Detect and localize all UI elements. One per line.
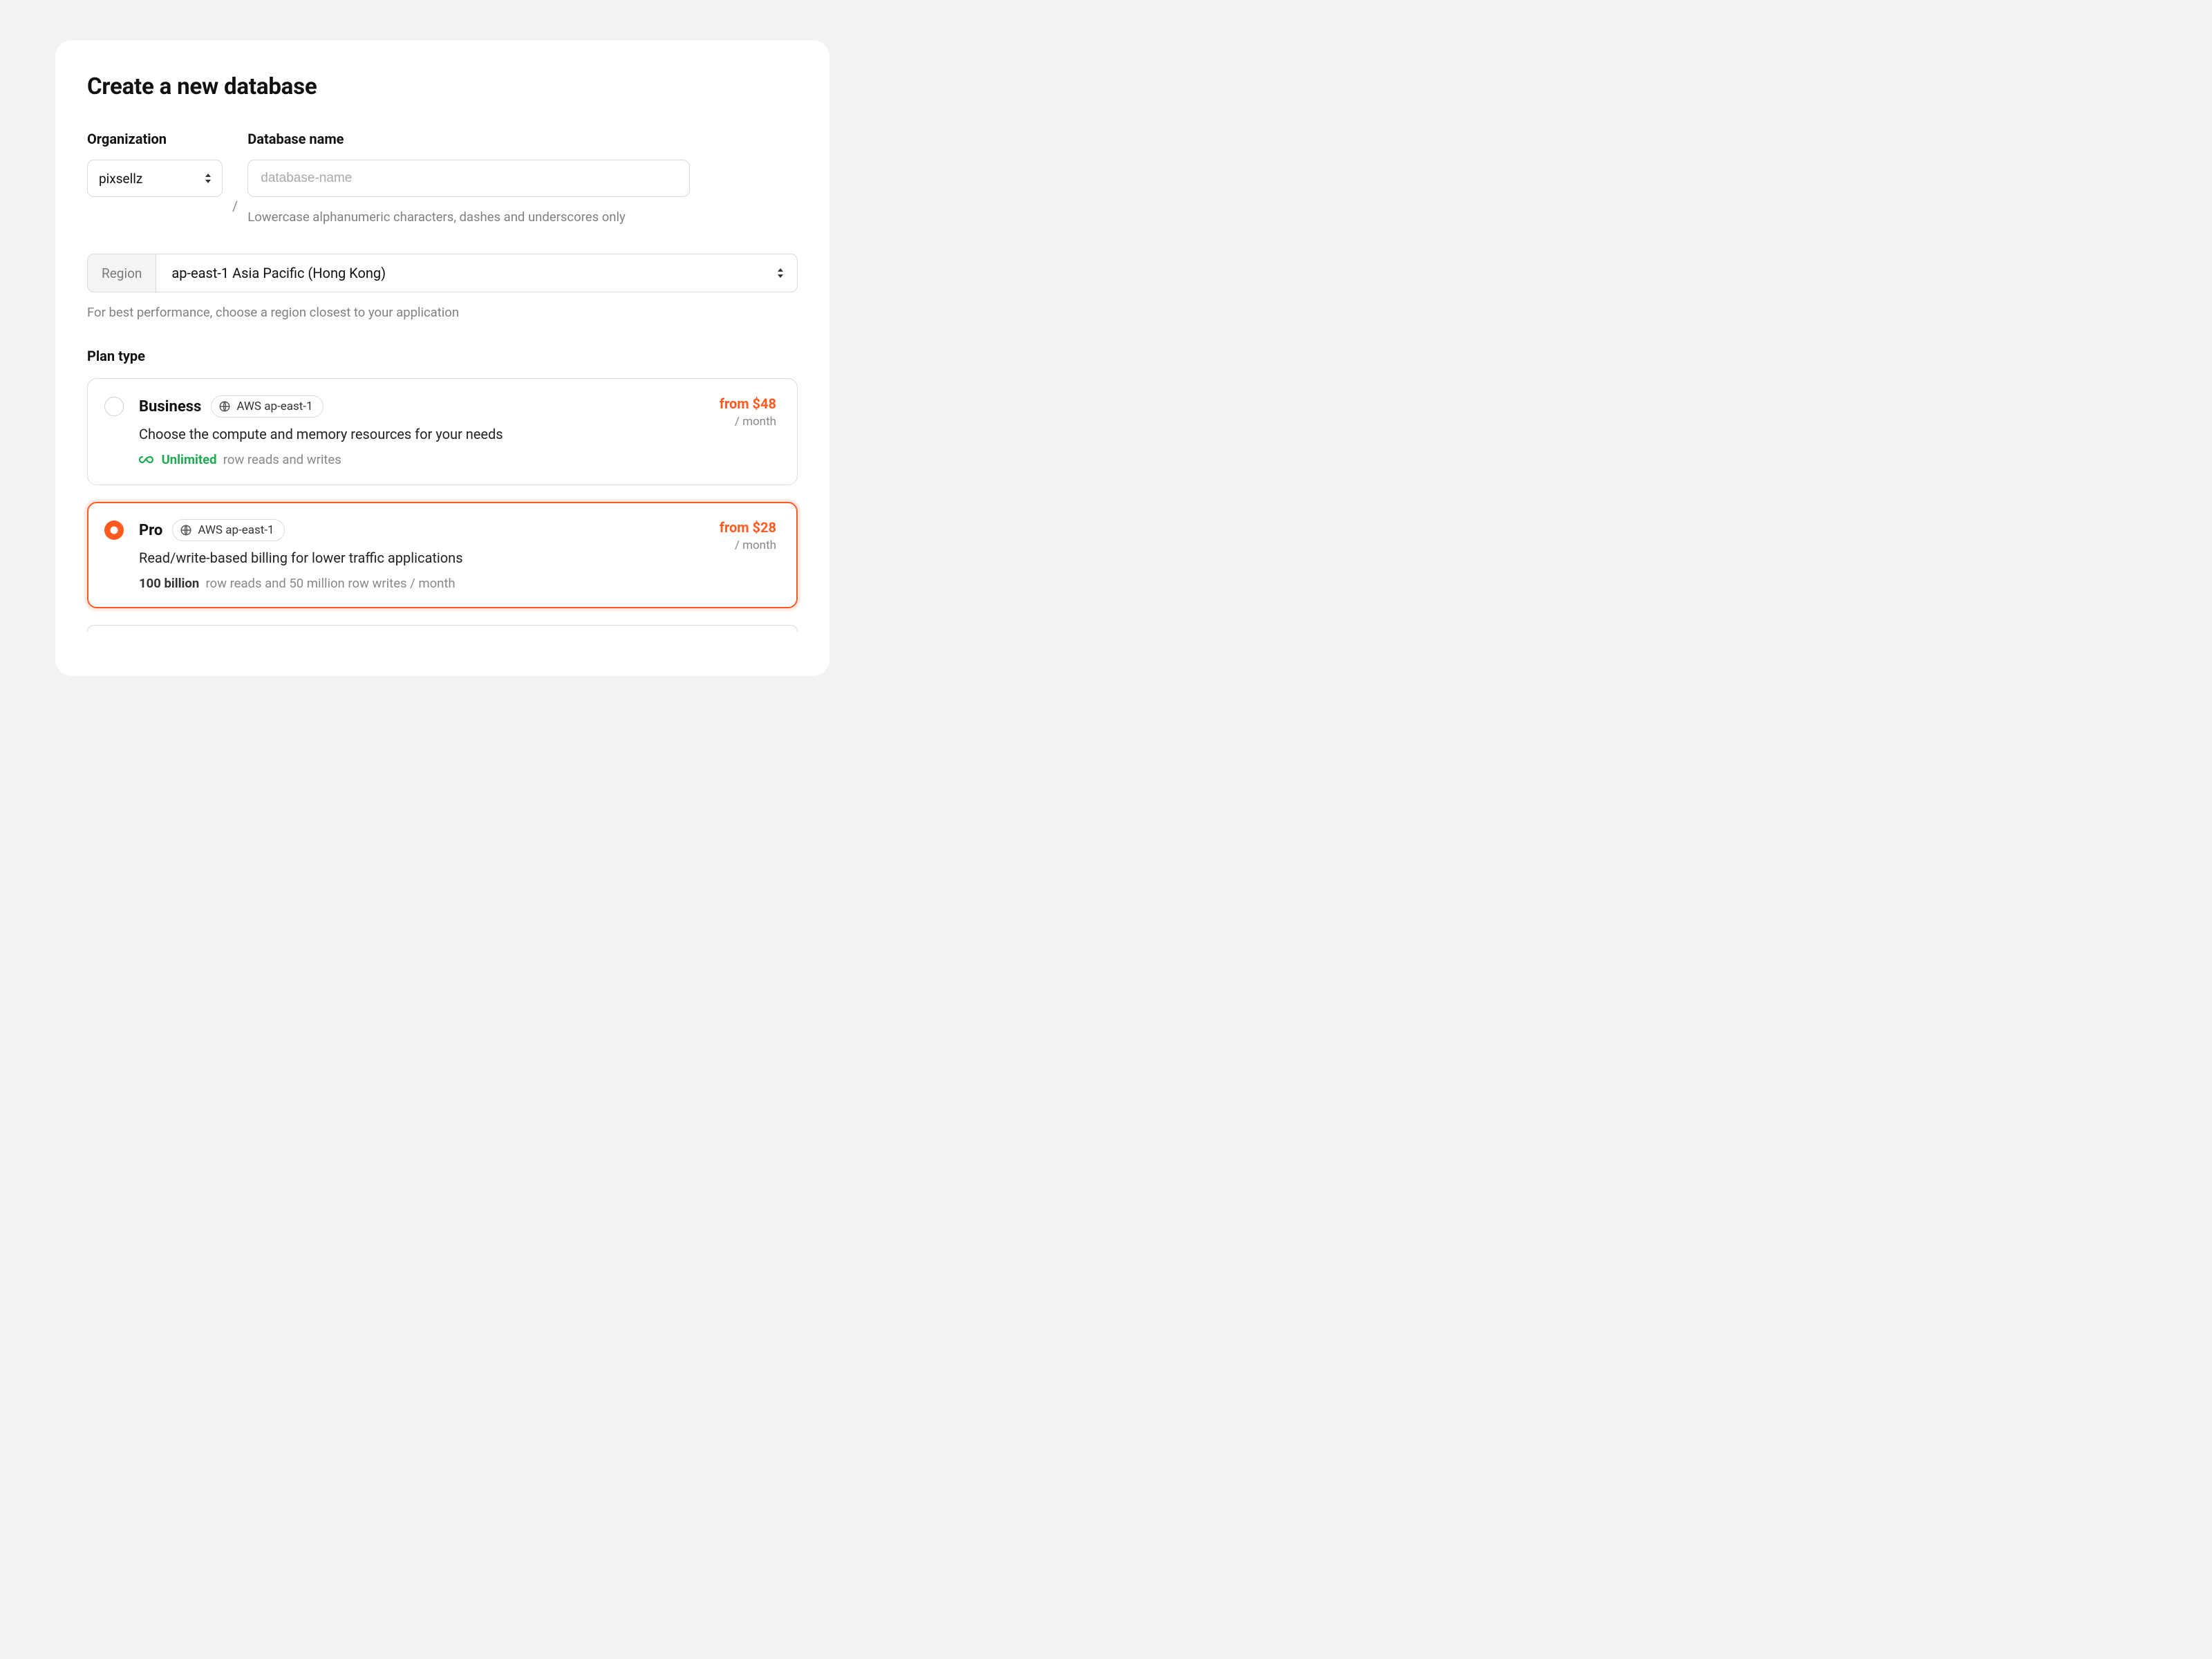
plan-price-period: / month <box>720 415 776 429</box>
create-database-card: Create a new database Organization pixse… <box>55 40 830 676</box>
plan-option-business[interactable]: Business AWS ap-east-1 Choose the comput… <box>87 378 798 485</box>
infinity-icon <box>139 453 154 468</box>
region-select[interactable]: Region ap-east-1 Asia Pacific (Hong Kong… <box>87 254 798 292</box>
plan-region-badge-text: AWS ap-east-1 <box>198 523 274 537</box>
select-stepper-icon <box>204 172 212 185</box>
plan-meta-bold: 100 billion <box>139 576 199 591</box>
plan-body: Pro AWS ap-east-1 Read/write-based billi… <box>139 519 704 591</box>
database-name-hint: Lowercase alphanumeric characters, dashe… <box>247 209 690 225</box>
organization-value: pixsellz <box>99 171 142 187</box>
plan-price: from $28 / month <box>720 519 776 591</box>
plan-radio[interactable] <box>104 521 124 540</box>
organization-field: Organization pixsellz <box>87 131 223 197</box>
database-name-field: Database name Lowercase alphanumeric cha… <box>247 131 690 225</box>
select-stepper-icon <box>776 267 785 279</box>
globe-icon <box>218 400 231 413</box>
region-field: Region ap-east-1 Asia Pacific (Hong Kong… <box>87 254 798 320</box>
plan-meta: Unlimited row reads and writes <box>139 452 704 468</box>
plan-price-from: from $28 <box>720 519 776 536</box>
path-separator: / <box>232 187 238 225</box>
plan-name: Pro <box>139 522 162 539</box>
plan-radio[interactable] <box>104 397 124 416</box>
globe-icon <box>180 524 192 536</box>
page-title: Create a new database <box>87 73 798 100</box>
plan-region-badge: AWS ap-east-1 <box>211 395 323 418</box>
top-row: Organization pixsellz / Database name Lo… <box>87 131 798 225</box>
plan-type-label: Plan type <box>87 348 798 364</box>
plan-meta-bold: Unlimited <box>162 452 217 467</box>
plan-name: Business <box>139 398 201 415</box>
organization-select[interactable]: pixsellz <box>87 160 223 197</box>
region-prefix-label: Region <box>88 254 156 292</box>
plan-region-badge: AWS ap-east-1 <box>172 519 284 541</box>
plan-option-pro[interactable]: Pro AWS ap-east-1 Read/write-based billi… <box>87 502 798 608</box>
plan-region-badge-text: AWS ap-east-1 <box>236 400 312 413</box>
plan-description: Choose the compute and memory resources … <box>139 426 704 442</box>
plan-meta-rest: row reads and 50 million row writes / mo… <box>205 576 455 591</box>
plan-body: Business AWS ap-east-1 Choose the comput… <box>139 395 704 468</box>
plan-option-next[interactable] <box>87 625 798 632</box>
plan-price-period: / month <box>720 538 776 552</box>
database-name-label: Database name <box>247 131 690 147</box>
plan-description: Read/write-based billing for lower traff… <box>139 550 704 566</box>
database-name-input[interactable] <box>247 160 690 197</box>
plan-header: Business AWS ap-east-1 <box>139 395 704 418</box>
plan-header: Pro AWS ap-east-1 <box>139 519 704 541</box>
plan-price-from: from $48 <box>720 395 776 412</box>
organization-label: Organization <box>87 131 223 147</box>
plan-meta: 100 billion row reads and 50 million row… <box>139 576 704 591</box>
plan-meta-rest: row reads and writes <box>223 452 341 467</box>
region-hint: For best performance, choose a region cl… <box>87 305 798 320</box>
plan-price: from $48 / month <box>720 395 776 468</box>
region-value: ap-east-1 Asia Pacific (Hong Kong) <box>156 254 797 292</box>
